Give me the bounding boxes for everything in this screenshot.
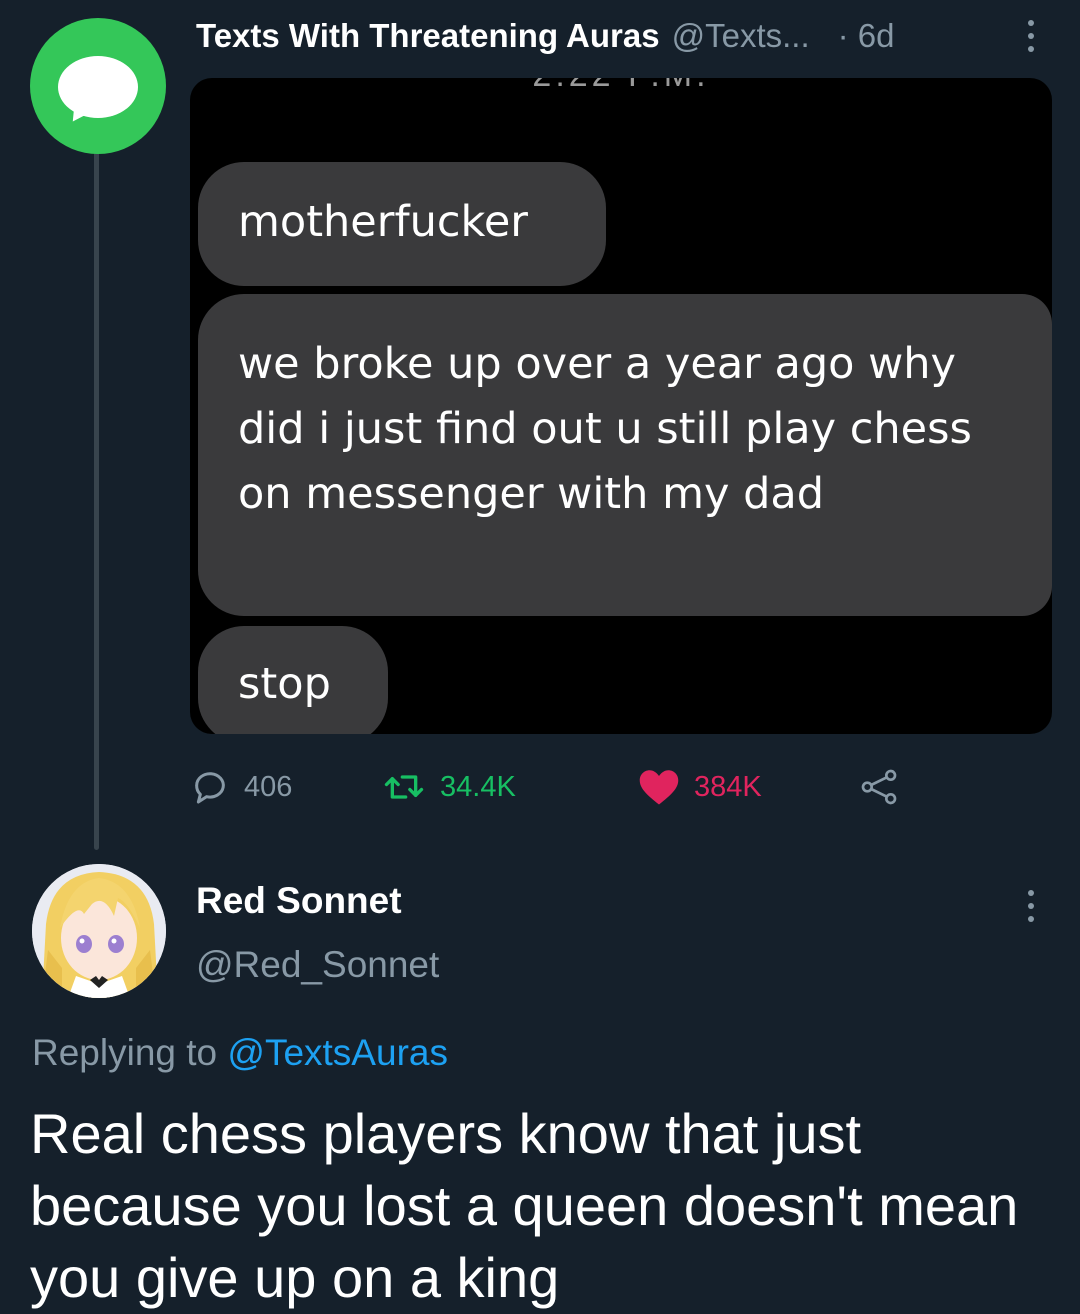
reply-icon	[195, 772, 225, 804]
reply-text: Real chess players know that just becaus…	[30, 1102, 1019, 1309]
retweet-icon	[384, 775, 424, 799]
share-button[interactable]	[858, 762, 900, 812]
more-icon[interactable]	[1016, 20, 1046, 52]
replying-prefix: Replying to	[32, 1032, 218, 1073]
reply-author-handle[interactable]: @Red_Sonnet	[196, 944, 439, 986]
reply-author-name[interactable]: Red Sonnet	[196, 880, 402, 922]
share-icon	[861, 769, 897, 805]
message-bubble: stop	[198, 626, 388, 734]
author-name[interactable]: Texts With Threatening Auras	[196, 17, 660, 55]
mention-link[interactable]: @TextsAuras	[227, 1032, 448, 1073]
tweet-image[interactable]: 2:22 P.M. motherfucker we broke up over …	[190, 78, 1052, 734]
retweet-button[interactable]: 34.4K	[382, 762, 516, 812]
like-count: 384K	[694, 770, 762, 803]
retweet-count: 34.4K	[440, 770, 516, 803]
partial-timestamp: 2:22 P.M.	[190, 78, 1052, 95]
like-button[interactable]: 384K	[638, 762, 762, 812]
thread-line	[94, 150, 99, 850]
texts-avatar[interactable]	[30, 18, 166, 154]
message-bubble: we broke up over a year ago why did i ju…	[198, 294, 1052, 616]
reply-button[interactable]: 406	[190, 762, 292, 812]
heart-icon	[639, 770, 679, 805]
message-bubble: motherfucker	[198, 162, 606, 286]
reply-count: 406	[244, 770, 293, 803]
tweet-time[interactable]: · 6d	[838, 17, 895, 55]
replying-to: Replying to @TextsAuras	[32, 1032, 448, 1074]
author-handle[interactable]: @Texts...	[672, 17, 810, 55]
tweet-header: Texts With Threatening Auras @Texts... ·…	[196, 14, 1050, 58]
more-icon[interactable]	[1016, 890, 1046, 922]
tweet-actions: 406 34.4K 384K	[190, 762, 910, 812]
red-sonnet-avatar[interactable]	[32, 864, 166, 998]
